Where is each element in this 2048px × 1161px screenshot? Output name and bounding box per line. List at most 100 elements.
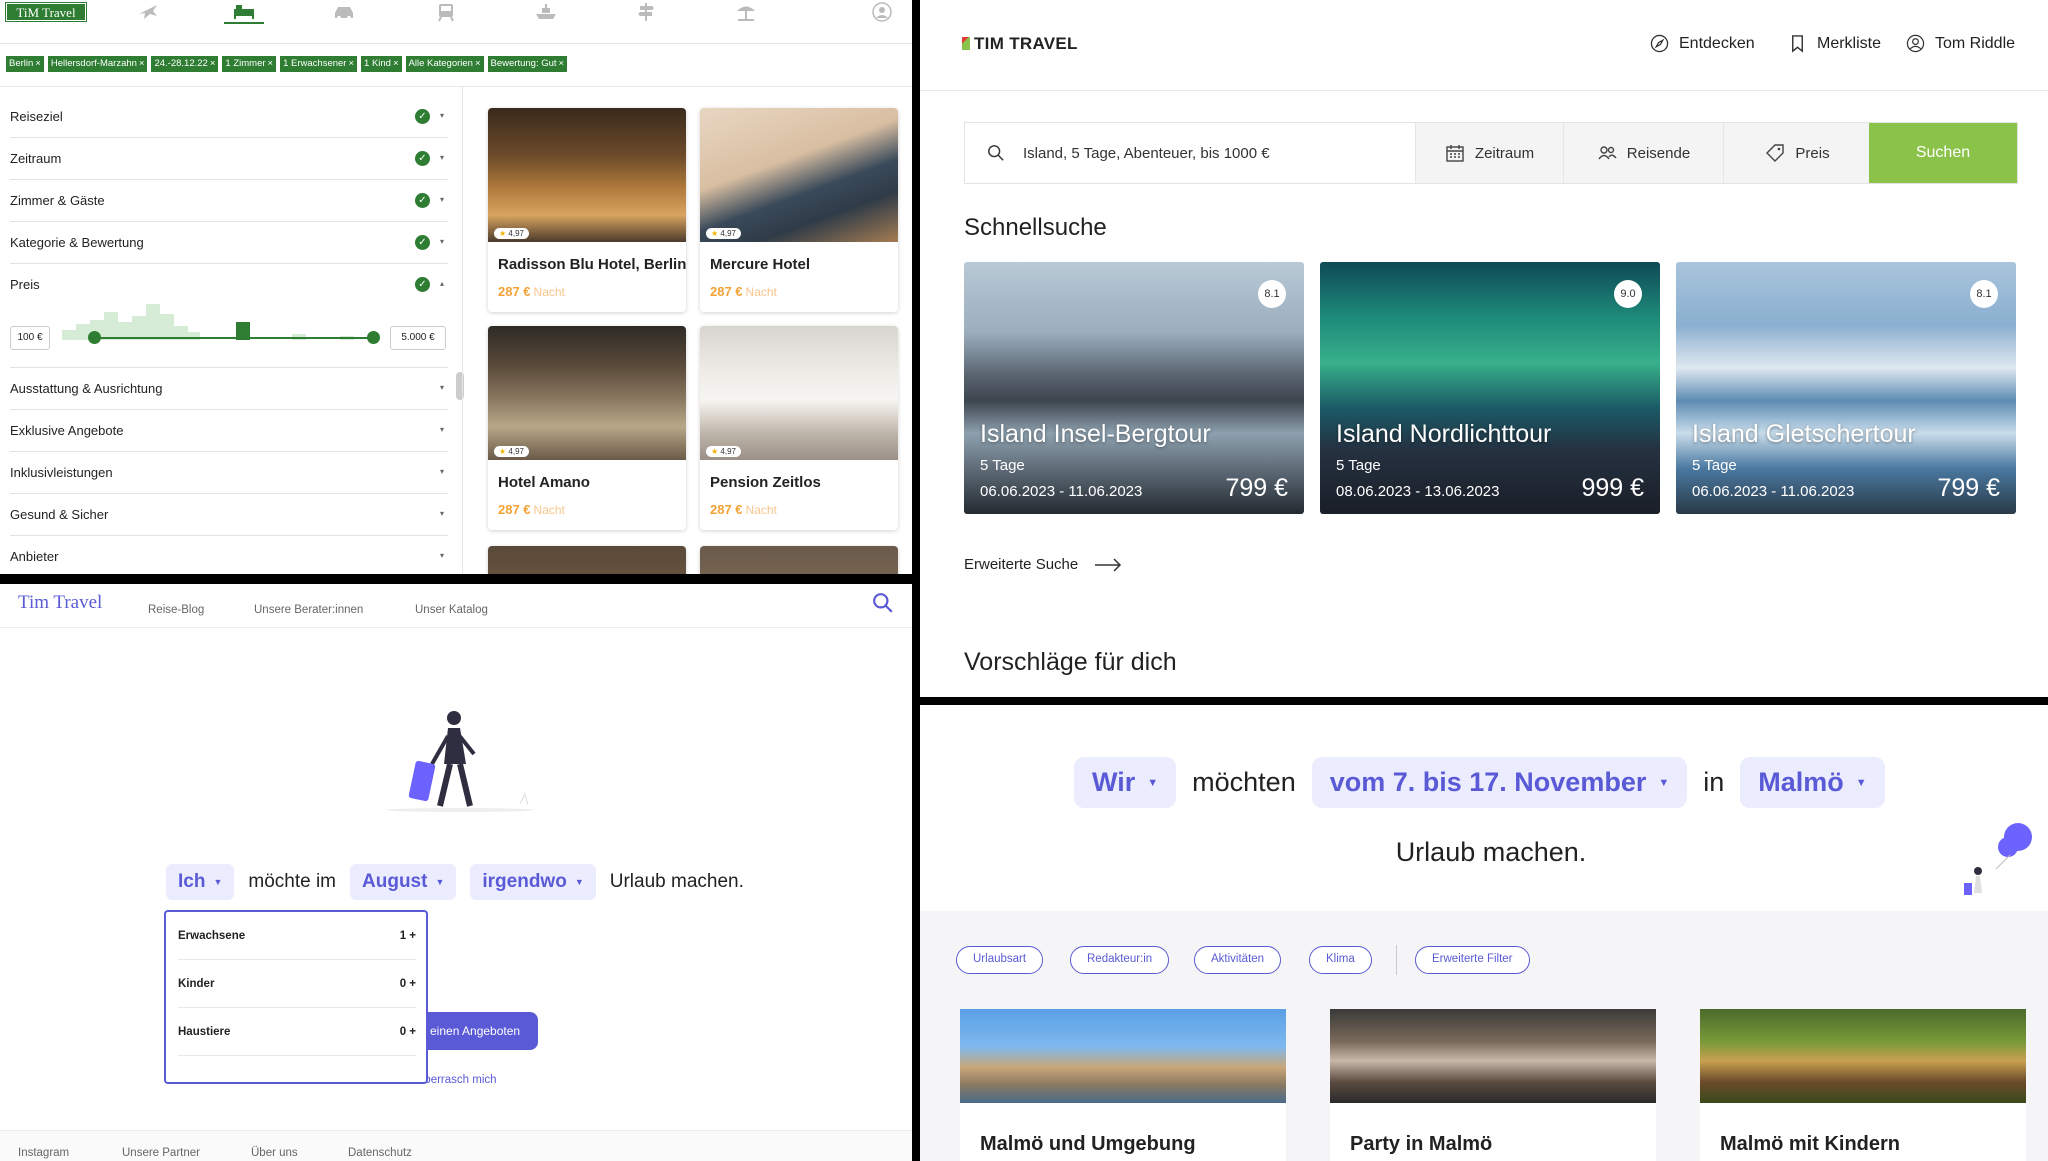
price-unit: Nacht (745, 503, 777, 517)
hotel-card[interactable]: ★ 4,97 Pension Zeitlos 287 € Nacht (700, 326, 898, 530)
nav-berater[interactable]: Unsere Berater:innen (254, 604, 363, 616)
surprise-me-link[interactable]: Überrasch mich (416, 1074, 497, 1086)
filter-zeitraum[interactable]: Zeitraum ✓ ▾ (10, 138, 448, 180)
row-value[interactable]: 0 + (400, 978, 416, 990)
who-dropdown[interactable]: Ich ▼ (166, 864, 235, 900)
filter-urlaubsart[interactable]: Urlaubsart (956, 946, 1044, 974)
filter-chip[interactable]: Bewertung: Gut × (487, 56, 568, 72)
nav-entdecken[interactable]: Entdecken (1650, 34, 1755, 53)
sentence-text: möchten (1192, 767, 1296, 797)
pill-value: vom 7. bis 17. November (1329, 767, 1647, 797)
car-icon[interactable] (324, 0, 364, 24)
people-icon (1598, 146, 1617, 160)
filter-chip[interactable]: 1 Kind × (361, 56, 402, 72)
logo[interactable]: TiM Travel (5, 2, 87, 22)
price-slider-min-handle[interactable] (88, 331, 101, 344)
filter-label: Zimmer & Gäste (10, 193, 105, 208)
hotel-card[interactable]: ★ 4,97 Hotel Amano 287 € Nacht (488, 326, 686, 530)
destination-card[interactable]: Malmö mit Kindern (1700, 1009, 2026, 1161)
reisende-button[interactable]: Reisende (1563, 123, 1723, 183)
adults-row[interactable]: Erwachsene 1 + (178, 912, 416, 960)
filter-chip[interactable]: 1 Zimmer × (222, 56, 277, 72)
filter-chip[interactable]: 1 Erwachsener × (280, 56, 358, 72)
zeitraum-button[interactable]: Zeitraum (1415, 123, 1563, 183)
where-dropdown[interactable]: irgendwo ▼ (470, 864, 596, 900)
advanced-search-link[interactable]: Erweiterte Suche (964, 556, 1122, 573)
hotel-card[interactable] (488, 546, 686, 574)
price-min-input[interactable]: 100 € (10, 326, 50, 350)
logo[interactable]: TIM TRAVEL (962, 34, 1078, 54)
filter-zimmer-gaeste[interactable]: Zimmer & Gäste ✓ ▾ (10, 180, 448, 222)
filter-exklusive-angebote[interactable]: Exklusive Angebote ▾ (10, 410, 448, 452)
beach-umbrella-icon[interactable] (726, 0, 766, 24)
search-icon[interactable] (872, 592, 894, 619)
filter-klima[interactable]: Klima (1309, 946, 1372, 974)
train-icon[interactable] (426, 0, 466, 24)
close-icon[interactable]: × (559, 58, 565, 69)
tour-dates: 08.06.2023 - 13.06.2023 (1336, 483, 1500, 500)
filter-chip[interactable]: Alle Kategorien × (405, 56, 484, 72)
tour-card[interactable]: 9.0 Island Nordlichttour 5 Tage 08.06.20… (1320, 262, 1660, 514)
logo[interactable]: Tim Travel (18, 592, 102, 614)
close-icon[interactable]: × (35, 58, 41, 69)
nav-user[interactable]: Tom Riddle (1906, 34, 2015, 53)
who-dropdown[interactable]: Wir ▼ (1074, 757, 1177, 808)
footer-datenschutz[interactable]: Datenschutz (348, 1147, 412, 1159)
user-account-icon[interactable] (862, 0, 902, 24)
footer-instagram[interactable]: Instagram (18, 1147, 69, 1159)
nav-katalog[interactable]: Unser Katalog (415, 604, 488, 616)
tour-card[interactable]: 8.1 Island Gletschertour 5 Tage 06.06.20… (1676, 262, 2016, 514)
destination-card[interactable]: Malmö und Umgebung (960, 1009, 1286, 1161)
hotel-card[interactable]: ★ 4,97 Radisson Blu Hotel, Berlin 287 € N… (488, 108, 686, 312)
card-image (1700, 1009, 2026, 1103)
chip-label: Bewertung: Gut (490, 58, 557, 69)
close-icon[interactable]: × (139, 58, 145, 69)
filter-anbieter[interactable]: Anbieter ▾ (10, 536, 448, 574)
advanced-filter-button[interactable]: Erweiterte Filter (1415, 946, 1530, 974)
signpost-icon[interactable] (626, 0, 666, 24)
filter-gesund-sicher[interactable]: Gesund & Sicher ▾ (10, 494, 448, 536)
nav-reise-blog[interactable]: Reise-Blog (148, 604, 204, 616)
close-icon[interactable]: × (210, 58, 216, 69)
close-icon[interactable]: × (348, 58, 354, 69)
pets-row[interactable]: Haustiere 0 + (178, 1008, 416, 1056)
footer-ueber-uns[interactable]: Über uns (251, 1147, 298, 1159)
row-value[interactable]: 0 + (400, 1026, 416, 1038)
filter-redakteur[interactable]: Redakteur:in (1070, 946, 1170, 974)
filter-chip[interactable]: Hellersdorf-Marzahn × (47, 56, 148, 72)
divider (920, 90, 2048, 91)
rating-badge: ★ 4,97 (706, 446, 741, 457)
children-row[interactable]: Kinder 0 + (178, 960, 416, 1008)
filter-ausstattung[interactable]: Ausstattung & Ausrichtung ▾ (10, 368, 448, 410)
search-button[interactable]: Suchen (1869, 123, 2017, 183)
flight-icon[interactable] (128, 0, 168, 24)
preis-button[interactable]: Preis (1723, 123, 1871, 183)
bed-icon[interactable] (224, 0, 264, 24)
filter-label: Reiseziel (10, 109, 63, 124)
filter-chip[interactable]: Berlin × (6, 56, 44, 72)
destination-dropdown[interactable]: Malmö ▼ (1740, 757, 1885, 808)
show-offers-button[interactable]: einen Angeboten (428, 1012, 538, 1050)
row-value[interactable]: 1 + (400, 930, 416, 942)
filter-kategorie-bewertung[interactable]: Kategorie & Bewertung ✓ ▾ (10, 222, 448, 264)
hotel-card[interactable]: ★ 4,97 Mercure Hotel 287 € Nacht (700, 108, 898, 312)
filter-chip[interactable]: 24.-28.12.22 × (151, 56, 219, 72)
row-label: Haustiere (178, 1026, 231, 1038)
close-icon[interactable]: × (268, 58, 274, 69)
hotel-card[interactable] (700, 546, 898, 574)
price-slider-max-handle[interactable] (367, 331, 380, 344)
month-dropdown[interactable]: August ▼ (350, 864, 457, 900)
tour-card[interactable]: 8.1 Island Insel-Bergtour 5 Tage 06.06.2… (964, 262, 1304, 514)
price-max-input[interactable]: 5.000 € (390, 326, 446, 350)
ship-icon[interactable] (526, 0, 566, 24)
filter-inklusivleistungen[interactable]: Inklusivleistungen ▾ (10, 452, 448, 494)
destination-card[interactable]: Party in Malmö (1330, 1009, 1656, 1161)
footer-partner[interactable]: Unsere Partner (122, 1147, 200, 1159)
close-icon[interactable]: × (475, 58, 481, 69)
filter-aktivitaeten[interactable]: Aktivitäten (1194, 946, 1282, 974)
close-icon[interactable]: × (393, 58, 399, 69)
date-dropdown[interactable]: vom 7. bis 17. November ▼ (1311, 757, 1688, 808)
filter-reiseziel[interactable]: Reiseziel ✓ ▾ (10, 96, 448, 138)
nav-merkliste[interactable]: Merkliste (1788, 34, 1881, 53)
search-input[interactable]: Island, 5 Tage, Abenteuer, bis 1000 € (965, 123, 1415, 183)
